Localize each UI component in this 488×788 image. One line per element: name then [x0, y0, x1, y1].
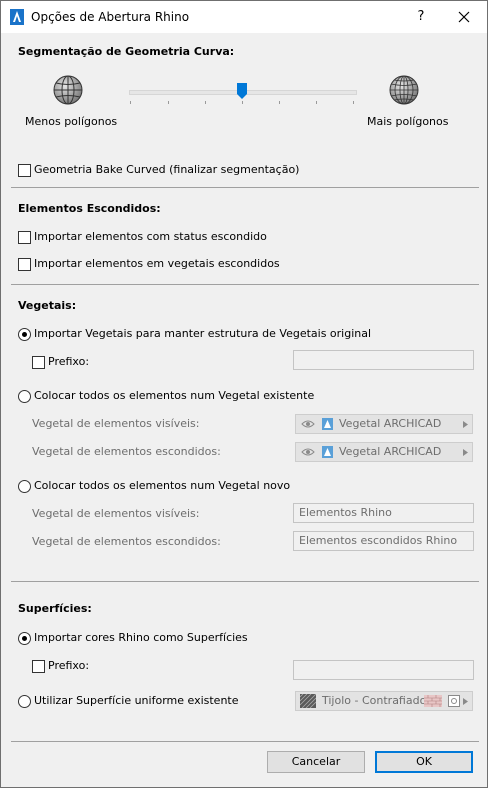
- hidden-elements-heading: Elementos Escondidos:: [18, 202, 161, 215]
- eye-icon: [301, 448, 315, 456]
- existing-visible-label: Vegetal de elementos visíveis:: [32, 417, 200, 430]
- less-polygons-label: Menos polígonos: [25, 115, 118, 128]
- slider-thumb[interactable]: [237, 83, 247, 99]
- layer-prefix-input[interactable]: [293, 350, 474, 370]
- title-bar: Opções de Abertura Rhino ?: [1, 1, 487, 33]
- cancel-button[interactable]: Cancelar: [267, 751, 365, 773]
- layer-prefix-checkbox[interactable]: [32, 356, 45, 369]
- surfaces-heading: Superfícies:: [18, 602, 92, 615]
- close-button[interactable]: [446, 1, 482, 33]
- separator: [11, 187, 479, 188]
- layers-heading: Vegetais:: [18, 299, 77, 312]
- bake-curved-checkbox[interactable]: [18, 164, 31, 177]
- dialog-title: Opções de Abertura Rhino: [31, 10, 190, 24]
- uniform-surface-value: Tijolo - Contrafiado: [322, 694, 427, 707]
- existing-visible-layer-value: Vegetal ARCHICAD: [339, 417, 442, 430]
- existing-layer-radio[interactable]: [18, 390, 31, 403]
- surface-settings-icon: [448, 695, 460, 707]
- surface-swatch-icon: [300, 694, 316, 708]
- import-hidden-layers-label: Importar elementos em vegetais escondido…: [34, 257, 280, 270]
- eye-icon: [301, 420, 315, 428]
- bake-curved-label: Geometria Bake Curved (finalizar segment…: [34, 163, 300, 176]
- new-layer-radio[interactable]: [18, 480, 31, 493]
- existing-hidden-layer-dropdown[interactable]: Vegetal ARCHICAD: [295, 442, 473, 462]
- keep-layers-radio[interactable]: [18, 328, 31, 341]
- help-button[interactable]: ?: [406, 1, 436, 33]
- existing-visible-layer-dropdown[interactable]: Vegetal ARCHICAD: [295, 414, 473, 434]
- segmentation-heading: Segmentação de Geometria Curva:: [18, 45, 235, 58]
- archicad-app-icon: [10, 9, 24, 25]
- import-hidden-label: Importar elementos com status escondido: [34, 230, 267, 243]
- new-layer-label: Colocar todos os elementos num Vegetal n…: [34, 479, 291, 492]
- separator: [11, 581, 479, 582]
- sphere-low-icon: [53, 75, 83, 105]
- surface-prefix-input[interactable]: [293, 660, 474, 680]
- chevron-right-icon: [463, 449, 468, 456]
- brick-pattern-icon: [424, 695, 442, 707]
- surface-prefix-checkbox[interactable]: [32, 660, 45, 673]
- existing-layer-label: Colocar todos os elementos num Vegetal e…: [34, 389, 315, 402]
- existing-hidden-label: Vegetal de elementos escondidos:: [32, 445, 221, 458]
- new-hidden-label: Vegetal de elementos escondidos:: [32, 535, 221, 548]
- import-surfaces-radio[interactable]: [18, 632, 31, 645]
- close-icon: [458, 11, 470, 23]
- sphere-high-icon: [389, 75, 419, 105]
- chevron-right-icon: [463, 698, 468, 705]
- archicad-layer-icon: [322, 418, 333, 430]
- rhino-open-options-dialog: Opções de Abertura Rhino ? Segmentação d…: [0, 0, 488, 788]
- layer-prefix-label: Prefixo:: [48, 355, 90, 368]
- ok-button[interactable]: OK: [375, 751, 473, 773]
- new-visible-layer-input[interactable]: Elementos Rhino: [293, 503, 474, 523]
- uniform-surface-radio[interactable]: [18, 695, 31, 708]
- more-polygons-label: Mais polígonos: [367, 115, 449, 128]
- import-surfaces-label: Importar cores Rhino como Superfícies: [34, 631, 248, 644]
- keep-layers-label: Importar Vegetais para manter estrutura …: [34, 327, 372, 340]
- new-visible-label: Vegetal de elementos visíveis:: [32, 507, 200, 520]
- chevron-right-icon: [463, 421, 468, 428]
- uniform-surface-dropdown[interactable]: Tijolo - Contrafiado: [295, 691, 473, 711]
- separator: [11, 741, 479, 742]
- uniform-surface-label: Utilizar Superfície uniforme existente: [34, 694, 239, 707]
- new-hidden-layer-input[interactable]: Elementos escondidos Rhino: [293, 531, 474, 551]
- import-hidden-layers-checkbox[interactable]: [18, 258, 31, 271]
- surface-prefix-label: Prefixo:: [48, 659, 90, 672]
- separator: [11, 284, 479, 285]
- import-hidden-checkbox[interactable]: [18, 231, 31, 244]
- existing-hidden-layer-value: Vegetal ARCHICAD: [339, 445, 442, 458]
- archicad-layer-icon: [322, 446, 333, 458]
- dialog-content: Segmentação de Geometria Curva: Menos po…: [1, 33, 487, 787]
